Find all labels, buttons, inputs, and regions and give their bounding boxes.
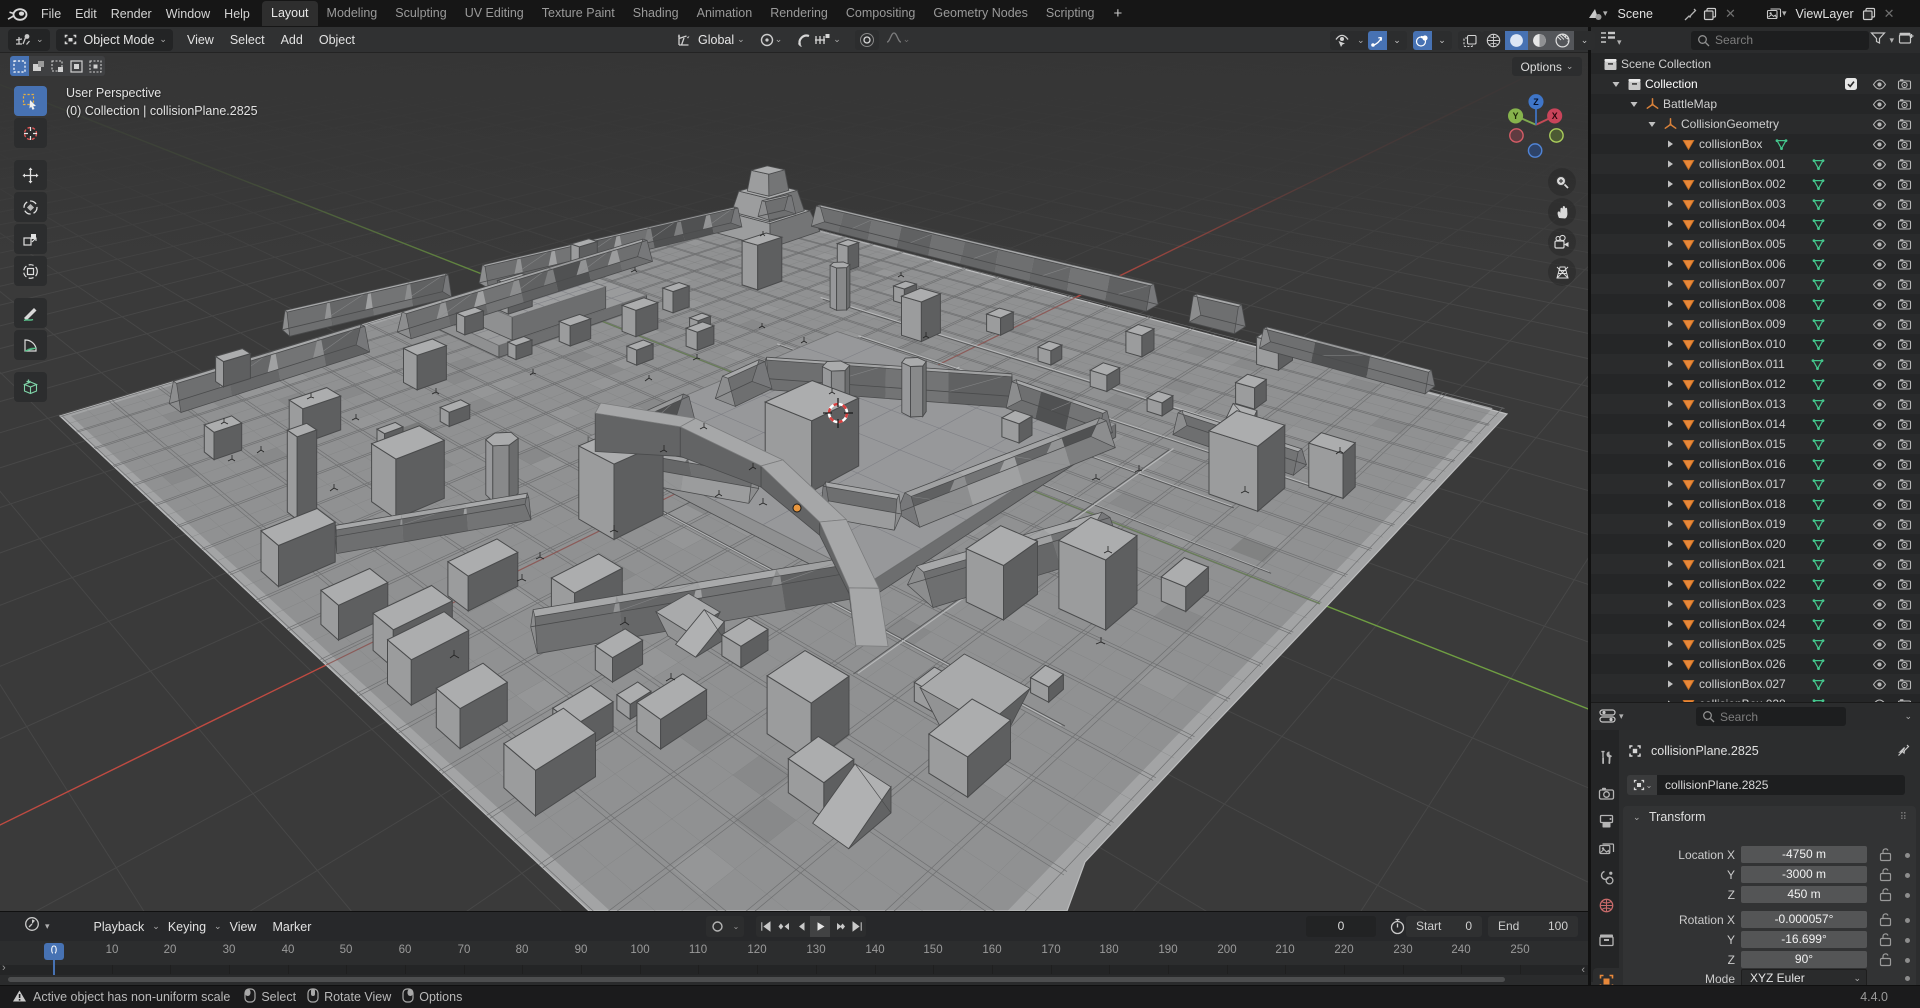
svg-text:Y: Y bbox=[1513, 111, 1519, 121]
svg-text:X: X bbox=[1552, 111, 1558, 121]
svg-text:Z: Z bbox=[1533, 97, 1539, 107]
